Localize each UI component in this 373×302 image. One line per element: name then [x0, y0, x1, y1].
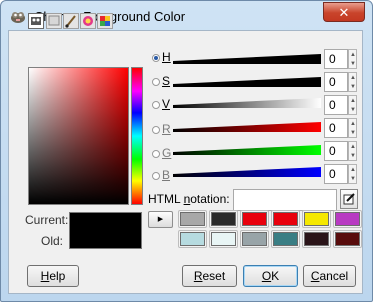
slider-h[interactable]	[173, 54, 321, 64]
watercolor-brush-icon	[65, 15, 76, 28]
cancel-button[interactable]: Cancel	[303, 265, 356, 287]
spin-s[interactable]: ▲ ▼	[348, 72, 357, 92]
spin-r[interactable]: ▲ ▼	[348, 118, 357, 138]
history-swatch-color	[335, 232, 360, 246]
history-swatch-color	[211, 212, 236, 226]
input-b[interactable]: 0	[324, 164, 348, 184]
gimp-picker-tab[interactable]	[28, 13, 44, 29]
cmyk-icon	[48, 15, 60, 26]
history-swatch[interactable]	[178, 210, 207, 228]
history-swatch[interactable]	[271, 230, 300, 248]
hue-strip[interactable]	[131, 67, 143, 205]
history-swatch[interactable]	[271, 210, 300, 228]
history-swatch-color	[180, 232, 205, 246]
watercolor-tab[interactable]	[63, 13, 79, 29]
history-swatch[interactable]	[240, 210, 269, 228]
html-notation-input[interactable]	[233, 189, 337, 211]
spin-v[interactable]: ▲ ▼	[348, 95, 357, 115]
gimp-picker-icon	[31, 17, 41, 25]
color-preview	[69, 212, 142, 249]
add-to-history-button[interactable]: ▶	[148, 211, 173, 228]
radio-h[interactable]	[152, 54, 160, 62]
spin-h[interactable]: ▲ ▼	[348, 49, 357, 69]
history-swatch-color	[242, 232, 267, 246]
label-g: G	[162, 146, 172, 160]
slider-r[interactable]	[173, 122, 321, 132]
radio-r[interactable]	[152, 126, 160, 134]
color-picker-button[interactable]	[340, 189, 358, 209]
history-swatch-color	[273, 232, 298, 246]
cmyk-tab[interactable]	[46, 13, 62, 29]
history-swatch-color	[304, 212, 329, 226]
history-swatch-color	[211, 232, 236, 246]
ok-button[interactable]: OK	[243, 265, 298, 287]
label-v: V	[162, 97, 171, 111]
input-v[interactable]: 0	[324, 95, 348, 115]
history-swatch[interactable]	[302, 230, 331, 248]
gimp-app-icon	[11, 12, 25, 23]
label-b: B	[162, 168, 171, 182]
arrow-right-icon: ▶	[157, 216, 164, 223]
eyedropper-icon	[343, 193, 355, 205]
label-h: H	[162, 50, 171, 64]
history-swatch[interactable]	[302, 210, 331, 228]
slider-b[interactable]	[173, 167, 321, 177]
history-swatch-color	[180, 212, 205, 226]
saturation-value-square[interactable]	[28, 67, 129, 205]
history-swatch[interactable]	[209, 210, 238, 228]
spin-g[interactable]: ▲ ▼	[348, 141, 357, 161]
radio-b[interactable]	[152, 172, 160, 180]
radio-s[interactable]	[152, 78, 160, 86]
history-swatch[interactable]	[178, 230, 207, 248]
history-swatch-color	[273, 212, 298, 226]
history-swatch-color	[242, 212, 267, 226]
html-notation-label: HTML notation:	[148, 192, 230, 206]
old-color-label: Old:	[41, 234, 64, 248]
history-swatch[interactable]	[333, 230, 362, 248]
history-swatch-color	[335, 212, 360, 226]
history-swatch[interactable]	[209, 230, 238, 248]
close-button[interactable]: ✕	[323, 2, 365, 22]
history-swatch[interactable]	[240, 230, 269, 248]
label-r: R	[162, 122, 171, 136]
slider-v[interactable]	[173, 98, 321, 108]
color-wheel-icon	[83, 16, 93, 26]
slider-g[interactable]	[173, 145, 321, 155]
input-g[interactable]: 0	[324, 141, 348, 161]
input-h[interactable]: 0	[324, 49, 348, 69]
slider-s[interactable]	[173, 77, 321, 87]
palette-tab[interactable]	[97, 13, 113, 29]
palette-icon	[100, 16, 110, 26]
reset-button[interactable]: Reset	[182, 265, 237, 287]
spin-b[interactable]: ▲ ▼	[348, 164, 357, 184]
wheel-tab[interactable]	[80, 13, 96, 29]
input-s[interactable]: 0	[324, 72, 348, 92]
history-swatch[interactable]	[333, 210, 362, 228]
help-button[interactable]: Help	[27, 265, 79, 287]
current-color-label: Current:	[25, 213, 69, 227]
history-swatch-color	[304, 232, 329, 246]
radio-g[interactable]	[152, 150, 160, 158]
radio-v[interactable]	[152, 101, 160, 109]
label-s: S	[162, 74, 171, 88]
input-r[interactable]: 0	[324, 118, 348, 138]
